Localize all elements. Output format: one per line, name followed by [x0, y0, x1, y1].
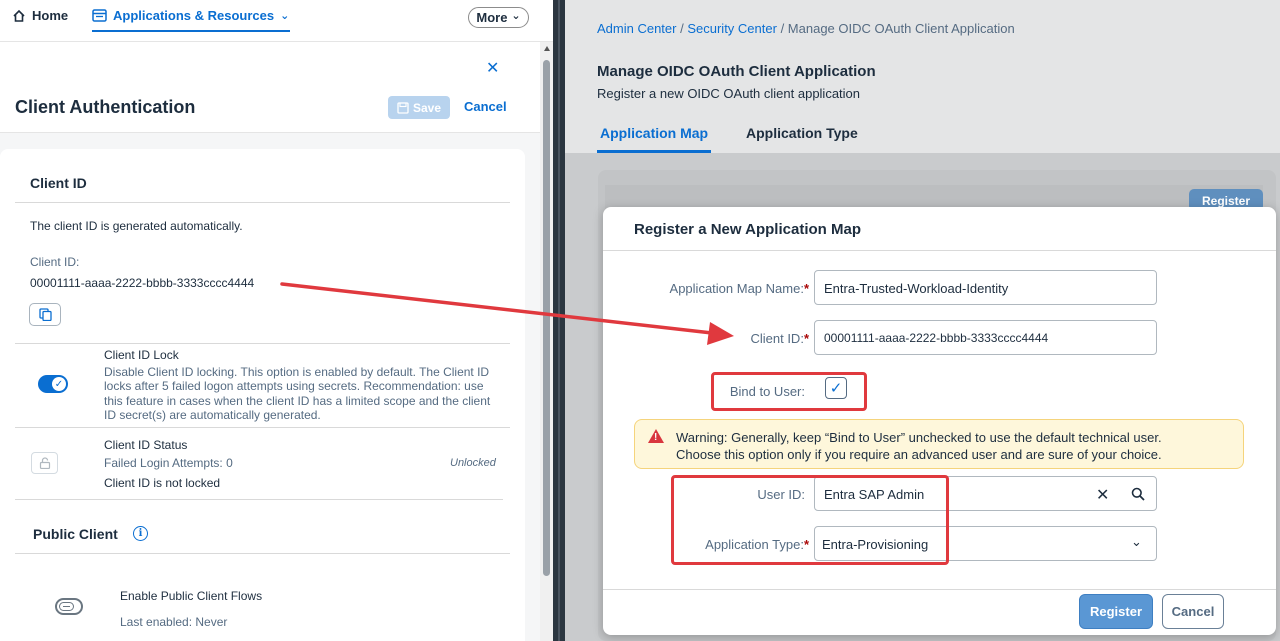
- dialog-header: [0, 42, 540, 133]
- close-icon[interactable]: ✕: [486, 58, 499, 78]
- label-text: Application Map Name:: [669, 281, 804, 296]
- client-authentication-pane: Home Applications & Resources ⌄ More ⌄ ✕…: [0, 0, 553, 641]
- application-map-name-label: Application Map Name:*: [643, 281, 809, 296]
- toggle-knob: [59, 602, 74, 611]
- apps-icon: [92, 9, 107, 22]
- divider: [15, 202, 510, 203]
- breadcrumb-security-center[interactable]: Security Center: [687, 21, 777, 36]
- client-id-section-title: Client ID: [30, 175, 87, 191]
- client-id-field-label: Client ID:: [30, 255, 80, 269]
- scroll-up-icon[interactable]: [544, 46, 550, 51]
- dialog-title: Client Authentication: [15, 97, 196, 117]
- divider: [15, 427, 510, 428]
- application-map-name-input[interactable]: Entra-Trusted-Workload-Identity: [814, 270, 1157, 305]
- save-button[interactable]: Save: [388, 96, 450, 119]
- public-client-toggle[interactable]: [55, 598, 83, 615]
- page-title: Manage OIDC OAuth Client Application: [597, 63, 876, 80]
- nav-applications-resources[interactable]: Applications & Resources ⌄: [92, 8, 290, 32]
- required-mark: *: [803, 281, 809, 296]
- unlock-icon: [31, 452, 58, 474]
- tab-application-map[interactable]: Application Map: [600, 125, 708, 141]
- top-navigation: Home Applications & Resources ⌄ More ⌄: [0, 0, 553, 42]
- tab-application-type[interactable]: Application Type: [746, 125, 858, 141]
- nav-home[interactable]: Home: [12, 8, 68, 23]
- status-badge: Unlocked: [450, 457, 496, 469]
- client-id-description: The client ID is generated automatically…: [30, 219, 243, 233]
- breadcrumb: Admin Center / Security Center / Manage …: [597, 21, 1015, 36]
- warning-icon: !: [648, 429, 664, 443]
- warning-line-2: Choose this option only if you require a…: [676, 447, 1162, 462]
- breadcrumb-current: Manage OIDC OAuth Client Application: [787, 21, 1015, 36]
- required-mark: *: [803, 331, 809, 346]
- window-divider: [553, 0, 565, 641]
- dialog-title: Register a New Application Map: [634, 221, 861, 238]
- save-label: Save: [412, 100, 442, 115]
- nav-apps-label: Applications & Resources: [113, 8, 275, 23]
- cancel-button[interactable]: Cancel: [1162, 594, 1224, 629]
- client-id-lock-state: Client ID is not locked: [104, 476, 221, 490]
- warning-message-strip: ! Warning: Generally, keep “Bind to User…: [634, 419, 1244, 469]
- divider: [603, 250, 1276, 251]
- divider: [603, 589, 1276, 590]
- client-id-label: Client ID:*: [643, 331, 809, 346]
- copy-icon: [38, 308, 52, 321]
- more-button[interactable]: More ⌄: [468, 7, 529, 28]
- page-subtitle: Register a new OIDC OAuth client applica…: [597, 86, 861, 101]
- check-icon: ✓: [52, 377, 66, 391]
- annotation-box-bind-to-user: [711, 372, 867, 411]
- register-button[interactable]: Register: [1079, 594, 1153, 629]
- scrollbar[interactable]: [540, 42, 553, 641]
- client-id-input[interactable]: 00001111-aaaa-2222-bbbb-3333cccc4444: [814, 320, 1157, 355]
- chevron-down-icon: ⌄: [1131, 534, 1142, 549]
- search-icon[interactable]: [1131, 487, 1145, 501]
- public-client-flow-label: Enable Public Client Flows: [120, 589, 263, 603]
- client-id-lock-description: Disable Client ID locking. This option i…: [104, 365, 491, 422]
- public-client-last-enabled: Last enabled: Never: [120, 615, 228, 629]
- scrollbar-thumb[interactable]: [543, 60, 550, 576]
- active-tab-indicator: [597, 150, 711, 153]
- more-label: More: [476, 10, 508, 25]
- breadcrumb-separator: /: [780, 21, 788, 36]
- client-id-lock-title: Client ID Lock: [104, 348, 179, 362]
- save-icon: [397, 101, 409, 114]
- divider: [15, 343, 510, 344]
- register-application-map-dialog: Register a New Application Map Applicati…: [603, 207, 1276, 635]
- client-id-lock-toggle[interactable]: ✓: [38, 375, 68, 393]
- client-id-status-title: Client ID Status: [104, 438, 188, 452]
- failed-login-attempts: Failed Login Attempts: 0: [104, 456, 233, 470]
- public-client-title: Public Client: [33, 526, 118, 542]
- clear-icon[interactable]: ✕: [1096, 485, 1109, 505]
- home-icon: [13, 9, 25, 22]
- nav-home-label: Home: [32, 8, 69, 23]
- cancel-button[interactable]: Cancel: [464, 99, 507, 114]
- label-text: Client ID:: [750, 331, 804, 346]
- chevron-down-icon: ⌄: [280, 10, 290, 22]
- copy-button[interactable]: [29, 303, 61, 326]
- client-id-value: 00001111-aaaa-2222-bbbb-3333cccc4444: [30, 276, 255, 290]
- chevron-down-icon: ⌄: [511, 10, 521, 22]
- warning-text: Warning: Generally, keep “Bind to User” …: [676, 429, 1236, 463]
- annotation-box-user-fields: [671, 475, 949, 565]
- divider: [15, 553, 510, 554]
- breadcrumb-admin-center[interactable]: Admin Center: [597, 21, 676, 36]
- info-icon[interactable]: i: [133, 526, 148, 541]
- warning-line-1: Warning: Generally, keep “Bind to User” …: [676, 430, 1162, 445]
- divider: [15, 499, 503, 500]
